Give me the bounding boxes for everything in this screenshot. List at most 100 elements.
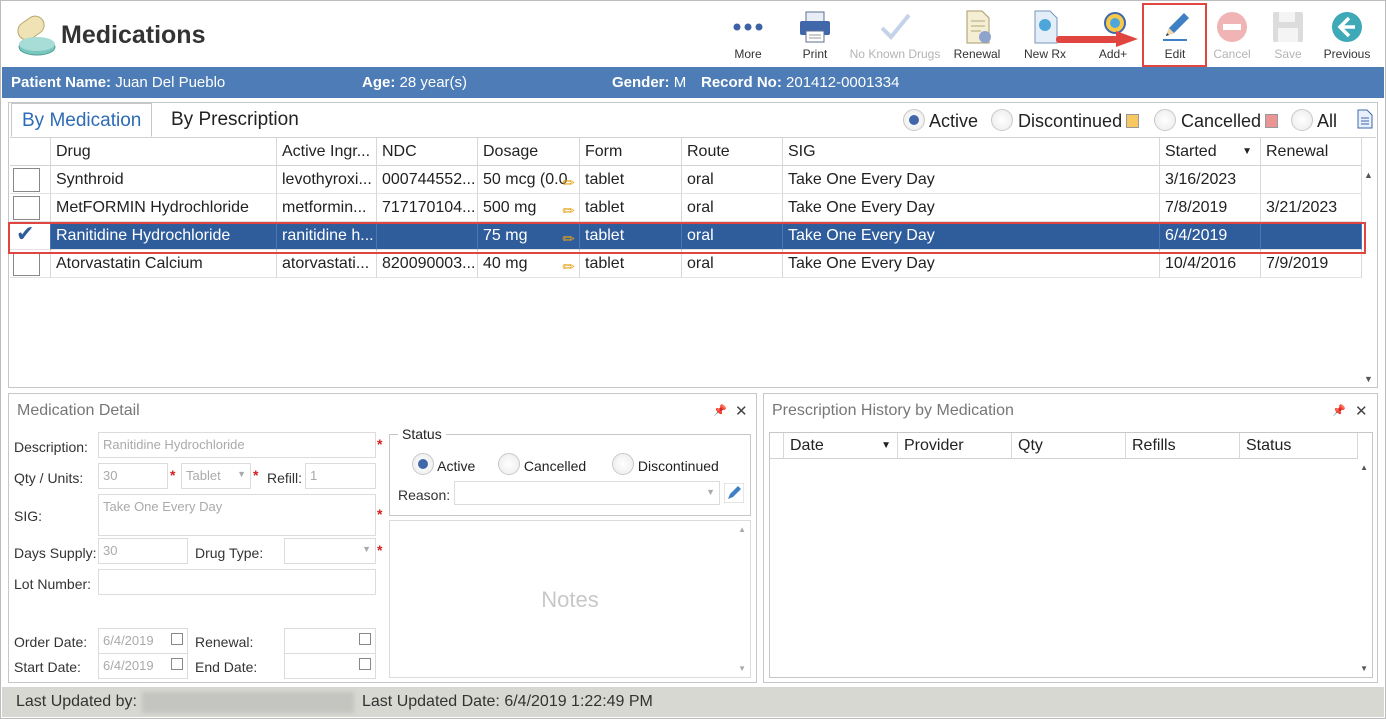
select-column-header xyxy=(10,138,51,166)
medications-grid-panel: By Medication By Prescription Active Dis… xyxy=(8,102,1378,388)
close-icon[interactable]: ✕ xyxy=(735,402,748,420)
scroll-down-icon[interactable]: ▼ xyxy=(738,664,746,673)
table-header: Date ▼ Provider Qty Refills Status xyxy=(770,433,1358,459)
column-header-status[interactable]: Status xyxy=(1240,433,1358,459)
scroll-up-icon[interactable]: ▲ xyxy=(1364,170,1373,180)
tab-by-medication[interactable]: By Medication xyxy=(11,103,153,137)
last-updated-by-label: Last Updated by: xyxy=(16,693,137,710)
days-supply-field[interactable]: 30 xyxy=(98,538,188,564)
table-row[interactable]: MetFORMIN Hydrochloride metformin... 717… xyxy=(10,194,1362,222)
grid-scrollbar[interactable]: ▲ ▼ xyxy=(1362,166,1376,388)
started-cell: 7/8/2019 xyxy=(1160,194,1261,222)
print-button[interactable]: Print xyxy=(793,5,837,65)
column-header-drug[interactable]: Drug xyxy=(51,138,277,166)
dosage-cell: 500 mg ✏ xyxy=(478,194,580,222)
no-known-drugs-button[interactable]: No Known Drugs xyxy=(847,5,943,65)
status-legend: Status xyxy=(398,426,446,442)
description-field[interactable]: Ranitidine Hydrochloride xyxy=(98,432,376,458)
units-select[interactable]: Tablet ▼ xyxy=(181,463,251,489)
more-button[interactable]: More xyxy=(726,5,770,65)
status-discontinued-radio[interactable]: Discontinued xyxy=(612,453,719,475)
export-document-icon[interactable] xyxy=(1357,109,1373,129)
close-icon[interactable]: ✕ xyxy=(1355,402,1368,420)
calendar-icon[interactable] xyxy=(171,633,183,645)
renewal-date-field[interactable] xyxy=(284,628,376,654)
ingredient-cell: atorvastati... xyxy=(277,250,377,278)
table-row[interactable]: Atorvastatin Calcium atorvastati... 8200… xyxy=(10,250,1362,278)
edit-reason-icon[interactable] xyxy=(724,483,744,503)
row-checkbox[interactable] xyxy=(13,252,40,276)
lot-number-field[interactable] xyxy=(98,569,376,595)
calendar-icon[interactable] xyxy=(359,658,371,670)
sort-desc-icon: ▼ xyxy=(881,440,891,451)
column-header-dosage[interactable]: Dosage xyxy=(478,138,580,166)
ndc-cell: 820090003... xyxy=(377,250,478,278)
last-updated-date: Last Updated Date: 6/4/2019 1:22:49 PM xyxy=(362,693,653,710)
required-marker: * xyxy=(377,506,383,522)
ingredient-cell: levothyroxi... xyxy=(277,166,377,194)
scroll-up-icon[interactable]: ▲ xyxy=(1360,463,1368,472)
pin-icon[interactable]: 📌 xyxy=(713,404,727,417)
redacted-user xyxy=(142,692,354,713)
route-cell: oral xyxy=(682,250,783,278)
status-active-radio[interactable]: Active xyxy=(412,453,475,475)
column-header-active-ingredient[interactable]: Active Ingr... xyxy=(277,138,377,166)
column-header-sig[interactable]: SIG xyxy=(783,138,1160,166)
status-footer: Last Updated by: Last Updated Date: 6/4/… xyxy=(2,687,1384,717)
renewal-button[interactable]: Renewal xyxy=(951,5,1003,65)
scroll-up-icon[interactable]: ▲ xyxy=(738,525,746,534)
more-label: More xyxy=(734,47,762,61)
filter-active[interactable]: Active xyxy=(903,109,978,132)
patient-age: Age: 28 year(s) xyxy=(362,74,468,91)
route-cell: oral xyxy=(682,166,783,194)
table-row[interactable]: Synthroid levothyroxi... 000744552... 50… xyxy=(10,166,1362,194)
column-header-route[interactable]: Route xyxy=(682,138,783,166)
column-header-provider[interactable]: Provider xyxy=(898,433,1012,459)
save-button[interactable]: Save xyxy=(1267,5,1309,65)
status-cancelled-radio[interactable]: Cancelled xyxy=(498,453,586,475)
previous-button[interactable]: Previous xyxy=(1321,5,1373,65)
calendar-icon[interactable] xyxy=(359,633,371,645)
radio-icon xyxy=(1154,109,1176,131)
column-header-date[interactable]: Date ▼ xyxy=(784,433,898,459)
order-date-field[interactable]: 6/4/2019 xyxy=(98,628,188,654)
filter-all[interactable]: All xyxy=(1291,109,1337,132)
column-header-renewal[interactable]: Renewal xyxy=(1261,138,1362,166)
qty-field[interactable]: 30 xyxy=(98,463,168,489)
notes-area[interactable]: Notes ▲ ▼ xyxy=(389,520,751,678)
column-header-qty[interactable]: Qty xyxy=(1012,433,1126,459)
back-arrow-icon xyxy=(1332,12,1362,42)
filter-cancelled[interactable]: Cancelled xyxy=(1154,109,1279,132)
dosage-cell: 50 mcg (0.0 ✏ xyxy=(478,166,580,194)
drug-type-select[interactable]: ▼ xyxy=(284,538,376,564)
end-date-field[interactable] xyxy=(284,653,376,679)
renewal-cell: 3/21/2023 xyxy=(1261,194,1362,222)
tab-by-prescription[interactable]: By Prescription xyxy=(161,103,309,137)
edit-dosage-icon[interactable]: ✏ xyxy=(562,198,575,221)
refill-field[interactable]: 1 xyxy=(305,463,376,489)
start-date-field[interactable]: 6/4/2019 xyxy=(98,653,188,679)
reason-select[interactable]: ▼ xyxy=(454,481,720,505)
edit-dosage-icon[interactable]: ✏ xyxy=(562,254,575,277)
column-header-ndc[interactable]: NDC xyxy=(377,138,478,166)
drug-cell: MetFORMIN Hydrochloride xyxy=(51,194,277,222)
column-header-started[interactable]: Started ▼ xyxy=(1160,138,1261,166)
filter-discontinued[interactable]: Discontinued xyxy=(991,109,1140,132)
column-header-refills[interactable]: Refills xyxy=(1126,433,1240,459)
row-checkbox[interactable] xyxy=(13,196,40,220)
calendar-icon[interactable] xyxy=(171,658,183,670)
lot-number-label: Lot Number: xyxy=(14,576,92,592)
header: Medications More Print No Known Drugs Re… xyxy=(1,1,1385,67)
scroll-down-icon[interactable]: ▼ xyxy=(1360,664,1368,673)
pin-icon[interactable]: 📌 xyxy=(1332,404,1346,417)
edit-dosage-icon[interactable]: ✏ xyxy=(562,170,575,193)
days-supply-label: Days Supply: xyxy=(14,545,97,561)
row-checkbox[interactable] xyxy=(13,168,40,192)
sig-field[interactable]: Take One Every Day xyxy=(98,494,376,536)
renewal-label: Renewal xyxy=(953,47,1001,61)
cancel-button[interactable]: Cancel xyxy=(1211,5,1253,65)
column-header-form[interactable]: Form xyxy=(580,138,682,166)
order-date-label: Order Date: xyxy=(14,634,88,650)
checkmark-icon xyxy=(880,13,911,40)
scroll-down-icon[interactable]: ▼ xyxy=(1364,374,1373,384)
